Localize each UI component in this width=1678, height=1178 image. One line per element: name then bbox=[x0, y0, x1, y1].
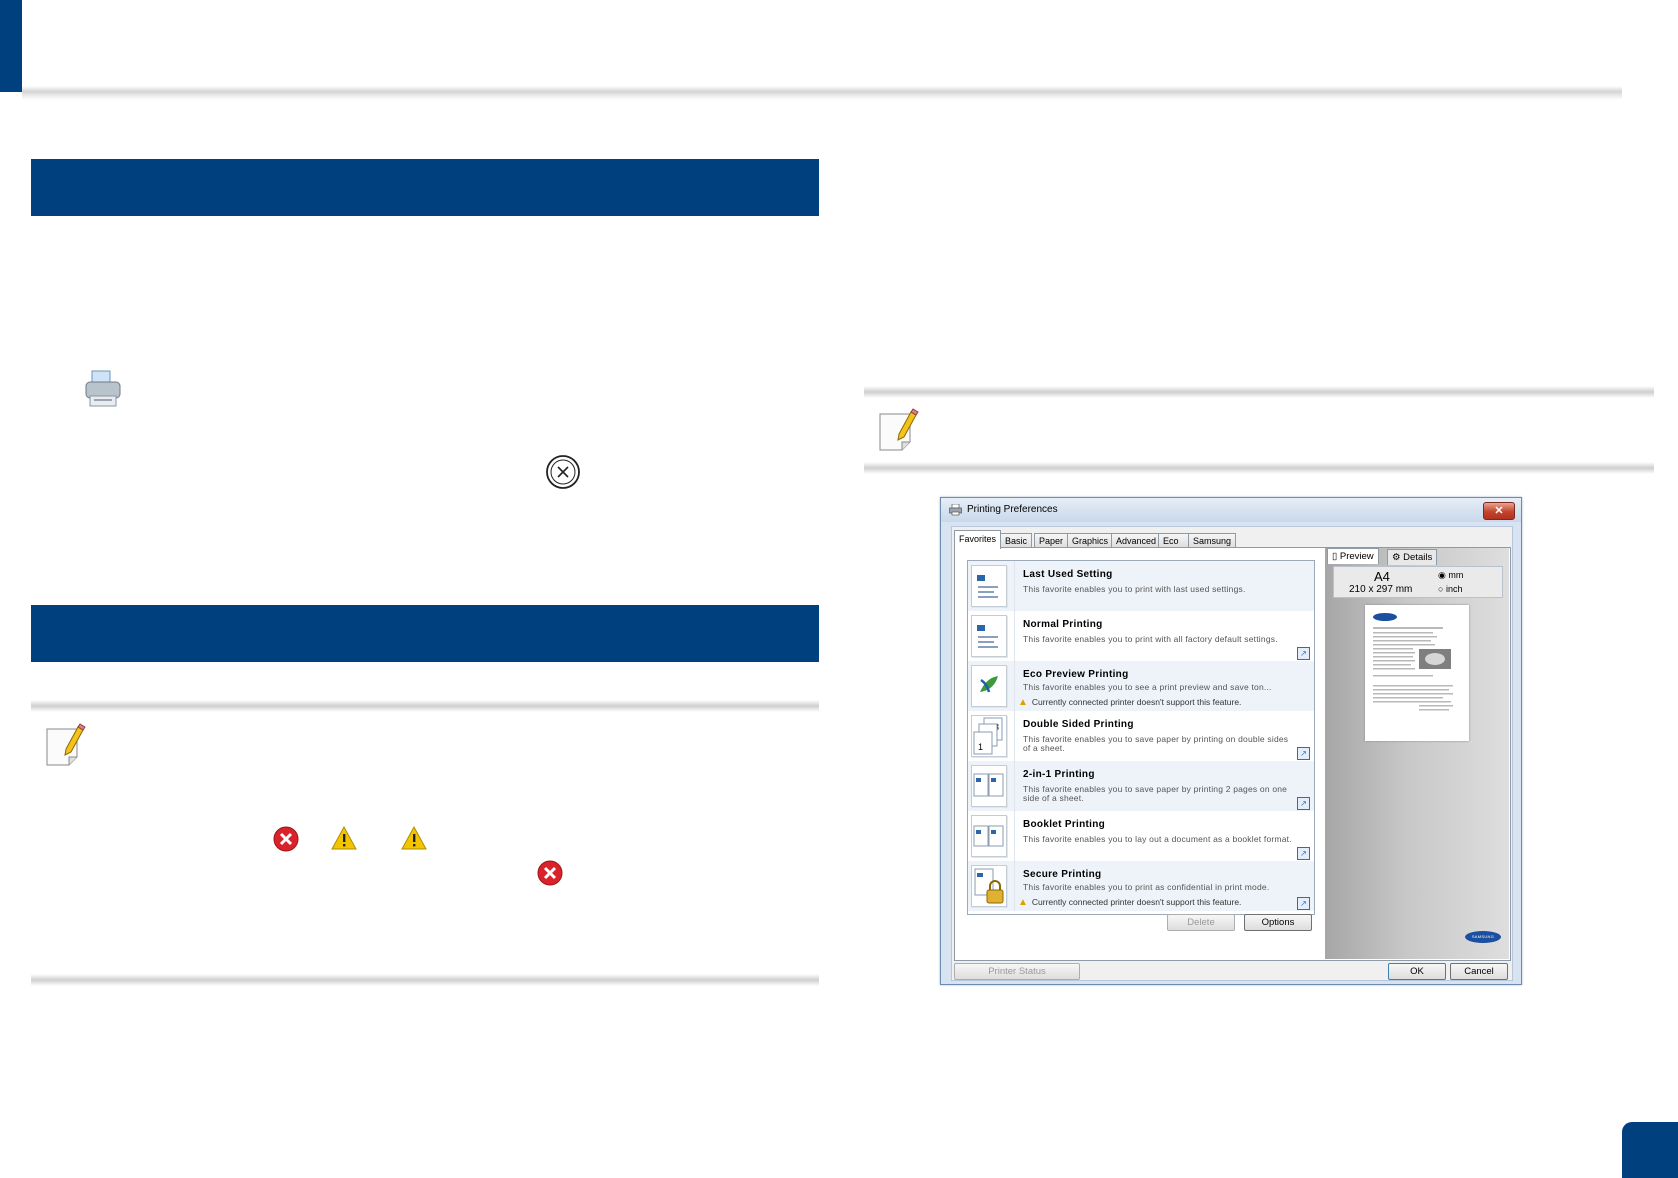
list-item[interactable]: Normal Printing This favorite enables yo… bbox=[968, 611, 1314, 661]
note-band-bottom bbox=[31, 974, 819, 986]
section-heading-bar-1 bbox=[31, 159, 819, 216]
tab-basic[interactable]: Basic bbox=[1000, 533, 1033, 548]
shortcut-link-icon[interactable]: ↗ bbox=[1297, 897, 1310, 910]
options-button[interactable]: Options bbox=[1244, 914, 1312, 931]
list-item[interactable]: 2-in-1 Printing This favorite enables yo… bbox=[968, 761, 1314, 811]
warning-icon bbox=[331, 825, 357, 855]
page-icon: ▯ bbox=[1332, 551, 1340, 562]
list-item[interactable]: Booklet Printing This favorite enables y… bbox=[968, 811, 1314, 861]
note-band-top bbox=[31, 700, 819, 712]
tab-favorites[interactable]: Favorites bbox=[954, 530, 1002, 549]
delete-button[interactable]: Delete bbox=[1167, 914, 1235, 931]
favorite-title: Secure Printing bbox=[1023, 869, 1102, 880]
error-icon bbox=[273, 826, 299, 857]
booklet-icon bbox=[971, 815, 1007, 857]
close-button[interactable]: ✕ bbox=[1483, 502, 1515, 520]
warning-icon: ▲ bbox=[1018, 697, 1028, 708]
two-up-icon bbox=[971, 765, 1007, 807]
favorite-description: This favorite enables you to print as co… bbox=[1023, 882, 1270, 892]
warning-icon: ▲ bbox=[1018, 897, 1028, 908]
favorite-warning-text: Currently connected printer doesn't supp… bbox=[1031, 897, 1242, 907]
samsung-logo: SAMSUNG bbox=[1465, 931, 1501, 943]
shortcut-link-icon[interactable]: ↗ bbox=[1297, 747, 1310, 760]
favorite-description: This favorite enables you to save paper … bbox=[1023, 734, 1289, 753]
tab-advanced[interactable]: Advanced bbox=[1111, 533, 1162, 548]
note-band-bottom-right bbox=[864, 462, 1654, 474]
tab-graphics[interactable]: Graphics bbox=[1067, 533, 1114, 548]
header-rule bbox=[22, 86, 1622, 100]
favorite-title: Normal Printing bbox=[1023, 619, 1103, 630]
cancel-button[interactable]: Cancel bbox=[1450, 963, 1508, 980]
favorite-thumbnail-icon bbox=[971, 615, 1007, 657]
favorite-title: Last Used Setting bbox=[1023, 569, 1113, 580]
unit-inch-radio[interactable]: ○ inch bbox=[1438, 584, 1462, 594]
shortcut-link-icon[interactable]: ↗ bbox=[1297, 647, 1310, 660]
favorite-title: Eco Preview Printing bbox=[1023, 669, 1129, 680]
printer-icon bbox=[82, 369, 124, 411]
eco-leaf-icon bbox=[971, 665, 1007, 707]
favorite-description: This favorite enables you to save paper … bbox=[1023, 784, 1288, 803]
note-pencil-icon bbox=[877, 408, 921, 454]
printer-small-icon bbox=[949, 503, 962, 519]
radio-empty-icon: ○ bbox=[1438, 584, 1444, 594]
favorites-list[interactable]: Last Used Setting This favorite enables … bbox=[967, 560, 1315, 915]
favorite-thumbnail-icon bbox=[971, 565, 1007, 607]
tab-eco[interactable]: Eco bbox=[1158, 533, 1190, 548]
favorite-title: Double Sided Printing bbox=[1023, 719, 1134, 730]
paper-size-box: A4 210 x 297 mm ◉ mm ○ inch bbox=[1333, 566, 1503, 598]
favorite-title: 2-in-1 Printing bbox=[1023, 769, 1095, 780]
list-item[interactable]: 321 Double Sided Printing This favorite … bbox=[968, 711, 1314, 761]
shortcut-link-icon[interactable]: ↗ bbox=[1297, 847, 1310, 860]
preview-pane: ▯ Preview ⚙ Details A4 210 x 297 mm ◉ mm… bbox=[1325, 548, 1509, 959]
printer-status-button[interactable]: Printer Status bbox=[954, 963, 1080, 980]
list-item[interactable]: Secure Printing This favorite enables yo… bbox=[968, 861, 1314, 911]
section-heading-bar-2 bbox=[31, 605, 819, 662]
favorite-warning: ▲ Currently connected printer doesn't sup… bbox=[1018, 897, 1241, 908]
note-pencil-icon bbox=[44, 723, 88, 769]
dialog-title: Printing Preferences bbox=[967, 504, 1058, 515]
printing-preferences-dialog: Printing Preferences ✕ Favorites Basic P… bbox=[940, 497, 1522, 985]
list-item[interactable]: Last Used Setting This favorite enables … bbox=[968, 561, 1314, 611]
page-preview bbox=[1365, 605, 1469, 741]
list-item[interactable]: Eco Preview Printing This favorite enabl… bbox=[968, 661, 1314, 711]
tab-samsung[interactable]: Samsung bbox=[1188, 533, 1237, 548]
radio-selected-icon: ◉ bbox=[1438, 570, 1446, 580]
svg-text:1: 1 bbox=[978, 742, 983, 752]
unit-mm-radio[interactable]: ◉ mm bbox=[1438, 570, 1463, 581]
header-accent-strip bbox=[0, 0, 22, 92]
favorite-title: Booklet Printing bbox=[1023, 819, 1106, 830]
lock-icon bbox=[971, 865, 1007, 907]
note-band-top-right bbox=[864, 386, 1654, 398]
favorite-description: This favorite enables you to print with … bbox=[1023, 634, 1278, 644]
dialog-titlebar: Printing Preferences ✕ bbox=[941, 498, 1521, 522]
page-number-badge bbox=[1622, 1122, 1678, 1178]
favorite-warning-text: Currently connected printer doesn't supp… bbox=[1031, 697, 1242, 707]
shortcut-link-icon[interactable]: ↗ bbox=[1297, 797, 1310, 810]
tab-paper[interactable]: Paper bbox=[1034, 533, 1069, 548]
error-icon bbox=[537, 860, 563, 891]
favorite-description: This favorite enables you to lay out a d… bbox=[1023, 834, 1292, 844]
favorite-warning: ▲ Currently connected printer doesn't sup… bbox=[1018, 697, 1241, 708]
favorites-tab-page: Last Used Setting This favorite enables … bbox=[954, 547, 1511, 961]
paper-size: A4 bbox=[1374, 569, 1390, 584]
warning-icon bbox=[401, 825, 427, 855]
double-sided-icon: 321 bbox=[971, 715, 1007, 757]
ok-button[interactable]: OK bbox=[1388, 963, 1446, 980]
cancel-circle-icon bbox=[545, 454, 581, 490]
favorite-description: This favorite enables you to see a print… bbox=[1023, 682, 1272, 692]
favorite-description: This favorite enables you to print with … bbox=[1023, 584, 1246, 594]
paper-dimensions: 210 x 297 mm bbox=[1349, 584, 1413, 595]
tab-preview[interactable]: ▯ Preview bbox=[1327, 548, 1379, 564]
dialog-client-area: Favorites Basic Paper Graphics Advanced … bbox=[951, 526, 1513, 981]
gear-icon: ⚙ bbox=[1392, 552, 1404, 563]
tab-details[interactable]: ⚙ Details bbox=[1387, 549, 1438, 565]
